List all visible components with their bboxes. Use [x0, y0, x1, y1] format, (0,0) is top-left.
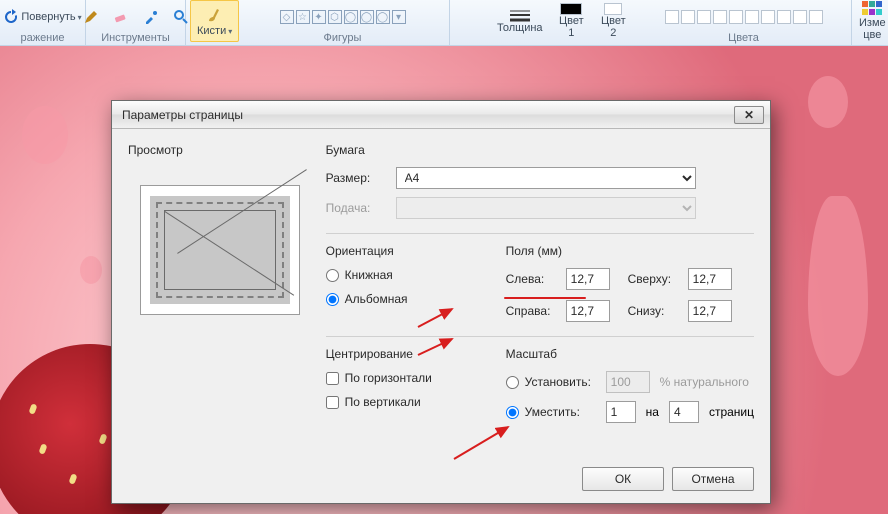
shape-thought-icon: ◯ [376, 10, 390, 24]
color-swatch[interactable] [713, 10, 727, 24]
close-icon: ✕ [744, 108, 754, 122]
color-swatch[interactable] [777, 10, 791, 24]
dialog-title: Параметры страницы [122, 108, 243, 122]
scale-fit-h-input[interactable] [669, 401, 699, 423]
ok-button[interactable]: ОК [582, 467, 664, 491]
preview-title: Просмотр [128, 143, 310, 157]
shape-speech-icon: ◯ [344, 10, 358, 24]
color-swatch[interactable] [681, 10, 695, 24]
color-swatch[interactable] [697, 10, 711, 24]
canvas-workspace: Параметры страницы ✕ Просмотр Бумага Раз… [0, 46, 888, 514]
edit-colors-button[interactable]: Изме цве [852, 0, 888, 42]
margin-bottom-label: Снизу: [628, 304, 678, 318]
margin-right-label: Справа: [506, 304, 556, 318]
orientation-title: Ориентация [326, 244, 476, 258]
center-horizontal[interactable]: По горизонтали [326, 371, 476, 385]
chevron-down-icon: ▾ [392, 10, 406, 24]
margin-right-input[interactable] [566, 300, 610, 322]
ribbon-group-image-label: ражение [20, 32, 64, 44]
rotate-button[interactable]: Повернуть ▾ [0, 6, 87, 28]
scale-fit-sep: на [646, 405, 659, 419]
ribbon-group-colors: Цвета [636, 0, 852, 46]
size-label: Размер: [326, 171, 386, 185]
ribbon-group-shapes: ◇ ☆ ✦ ⬡ ◯ ◯ ◯ ▾ Фигуры [236, 0, 450, 46]
brushes-button[interactable]: Кисти ▾ [190, 0, 239, 42]
chevron-down-icon: ▾ [228, 27, 232, 36]
shape-diamond-icon: ◇ [280, 10, 294, 24]
ribbon: Повернуть ▾ ражение Инструменты Кисти ▾ … [0, 0, 888, 46]
brushes-label: Кисти [197, 25, 226, 37]
close-button[interactable]: ✕ [734, 106, 764, 124]
orientation-portrait[interactable]: Книжная [326, 268, 476, 282]
thickness-label: Толщина [497, 22, 543, 34]
pencil-icon [83, 9, 99, 25]
page-preview [140, 185, 300, 315]
zoom-icon [173, 9, 189, 25]
paper-size-select[interactable]: A4 [396, 167, 696, 189]
color2-swatch [604, 3, 622, 15]
edit-colors-label: Изме цве [859, 17, 886, 41]
thickness-button[interactable]: Толщина [490, 0, 550, 42]
ribbon-group-image: Повернуть ▾ ражение [0, 0, 86, 46]
ribbon-group-tools-label: Инструменты [101, 32, 170, 44]
color1-swatch [560, 3, 582, 15]
paper-title: Бумага [326, 143, 754, 157]
shape-speech2-icon: ◯ [360, 10, 374, 24]
scale-fit-suffix: страниц [709, 405, 754, 419]
ribbon-group-colors-label: Цвета [728, 32, 759, 44]
color-swatch[interactable] [793, 10, 807, 24]
rotate-icon [3, 9, 19, 25]
margin-left-input[interactable] [566, 268, 610, 290]
shape-star6-icon: ✦ [312, 10, 326, 24]
dialog-titlebar[interactable]: Параметры страницы ✕ [112, 101, 770, 129]
orientation-landscape[interactable]: Альбомная [326, 292, 476, 306]
annotation-underline [504, 297, 586, 299]
eyedrop-icon [143, 9, 159, 25]
scale-title: Масштаб [506, 347, 754, 361]
shape-hex-icon: ⬡ [328, 10, 342, 24]
margin-left-label: Слева: [506, 272, 556, 286]
color1-button[interactable]: Цвет 1 [552, 0, 591, 42]
color-swatch[interactable] [745, 10, 759, 24]
pencil-tool[interactable] [78, 6, 104, 28]
thickness-icon [509, 8, 531, 22]
margin-bottom-input[interactable] [688, 300, 732, 322]
shape-star-icon: ☆ [296, 10, 310, 24]
paper-feed-select [396, 197, 696, 219]
center-vertical[interactable]: По вертикали [326, 395, 476, 409]
margin-top-input[interactable] [688, 268, 732, 290]
scale-fit-radio[interactable]: Уместить: [506, 405, 596, 419]
picker-tool[interactable] [138, 6, 164, 28]
ribbon-group-shapes-label: Фигуры [324, 32, 362, 44]
color-palette[interactable] [665, 10, 823, 24]
color-swatch[interactable] [761, 10, 775, 24]
color1-label: Цвет 1 [559, 15, 584, 39]
margins-grid: Слева: Сверху: Справа: Снизу: [506, 268, 740, 322]
margins-title: Поля (мм) [506, 244, 740, 258]
page-setup-dialog: Параметры страницы ✕ Просмотр Бумага Раз… [111, 100, 771, 504]
scale-set-radio[interactable]: Установить: [506, 375, 596, 389]
color2-button[interactable]: Цвет 2 [594, 0, 633, 42]
color-swatch[interactable] [665, 10, 679, 24]
brush-icon [205, 5, 225, 25]
scale-fit-w-input[interactable] [606, 401, 636, 423]
feed-label: Подача: [326, 201, 386, 215]
palette-icon [862, 1, 882, 17]
shapes-gallery[interactable]: ◇ ☆ ✦ ⬡ ◯ ◯ ◯ ▾ [280, 10, 406, 24]
rotate-label: Повернуть [21, 11, 75, 23]
ribbon-group-tools: Инструменты [86, 0, 186, 46]
color2-label: Цвет 2 [601, 15, 626, 39]
cancel-button[interactable]: Отмена [672, 467, 754, 491]
margin-top-label: Сверху: [628, 272, 678, 286]
eraser-tool[interactable] [108, 6, 134, 28]
color-swatch[interactable] [729, 10, 743, 24]
scale-set-input [606, 371, 650, 393]
eraser-icon [113, 9, 129, 25]
color-swatch[interactable] [809, 10, 823, 24]
scale-set-suffix: % натурального [660, 375, 749, 389]
centering-title: Центрирование [326, 347, 476, 361]
